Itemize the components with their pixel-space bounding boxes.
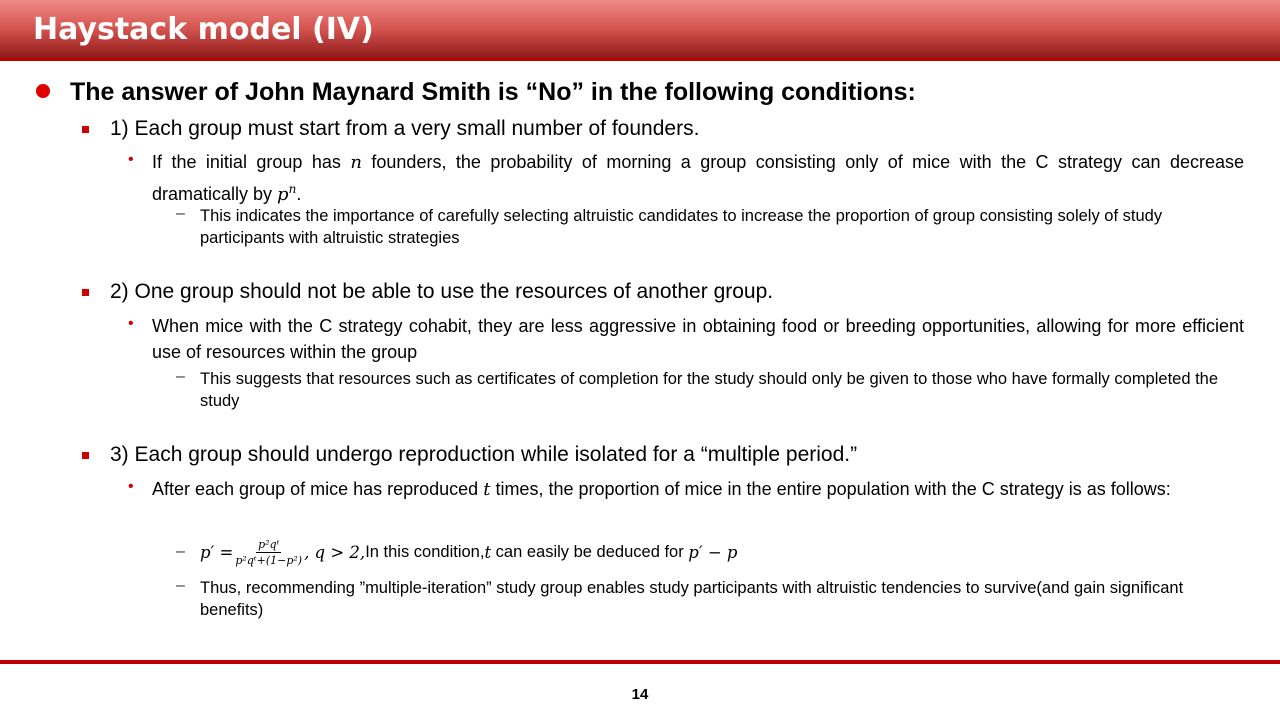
formula-end: p′ − p [688, 543, 738, 562]
bullet-square-icon [82, 289, 89, 296]
bullet-square-icon [82, 126, 89, 133]
formula-condition: , q > 2, [304, 543, 366, 562]
dash-bullet-icon: – [176, 577, 185, 594]
formula-numerator: p²qᵗ [256, 538, 282, 553]
bullet-square-icon [82, 452, 89, 459]
condition-3-detail: After each group of mice has reproduced … [152, 476, 1244, 503]
condition-3-sub: Thus, recommending ”multiple-iteration” … [200, 579, 1184, 619]
detail-text: . [296, 184, 302, 204]
footer-divider [0, 660, 1280, 664]
bullet-dot-icon: • [128, 315, 134, 332]
formula-lhs: p′ = [200, 543, 234, 562]
slide-title: Haystack model (IV) [33, 12, 374, 47]
condition-2-detail: When mice with the C strategy cohabit, t… [152, 316, 1244, 362]
header-divider [0, 58, 1280, 61]
dash-bullet-icon: – [176, 205, 185, 222]
condition-1-label: 1) Each group must start from a very sma… [110, 117, 700, 140]
formula-denominator: p²qᵗ+(1−p²) [235, 554, 303, 567]
dash-bullet-icon: – [176, 368, 185, 385]
formula-fraction: p²qᵗ p²qᵗ+(1−p²) [235, 538, 302, 567]
condition-1-detail: If the initial group has n founders, the… [152, 149, 1244, 208]
bullet-circle-icon [36, 84, 50, 98]
math-variable: t [484, 543, 492, 562]
condition-3-formula: p′ = p²qᵗ p²qᵗ+(1−p²) , q > 2, In this c… [200, 538, 737, 567]
bullet-dot-icon: • [128, 151, 134, 168]
page-number: 14 [631, 686, 649, 703]
condition-2-sub: This suggests that resources such as cer… [200, 370, 1219, 410]
condition-1-sub: This indicates the importance of careful… [200, 207, 1163, 247]
main-point: The answer of John Maynard Smith is “No”… [70, 78, 916, 106]
detail-text: times, the proportion of mice in the ent… [490, 479, 1171, 499]
formula-text: can easily be deduced for [491, 543, 689, 561]
bullet-dot-icon: • [128, 478, 134, 495]
math-variable: p [277, 184, 289, 205]
detail-text: After each group of mice has reproduced [152, 479, 484, 499]
detail-text: If the initial group has [152, 152, 351, 172]
math-variable: n [350, 152, 362, 173]
formula-text: In this condition, [365, 543, 485, 561]
condition-2-label: 2) One group should not be able to use t… [110, 280, 774, 303]
dash-bullet-icon: – [176, 543, 185, 560]
condition-3-label: 3) Each group should undergo reproductio… [110, 443, 858, 466]
